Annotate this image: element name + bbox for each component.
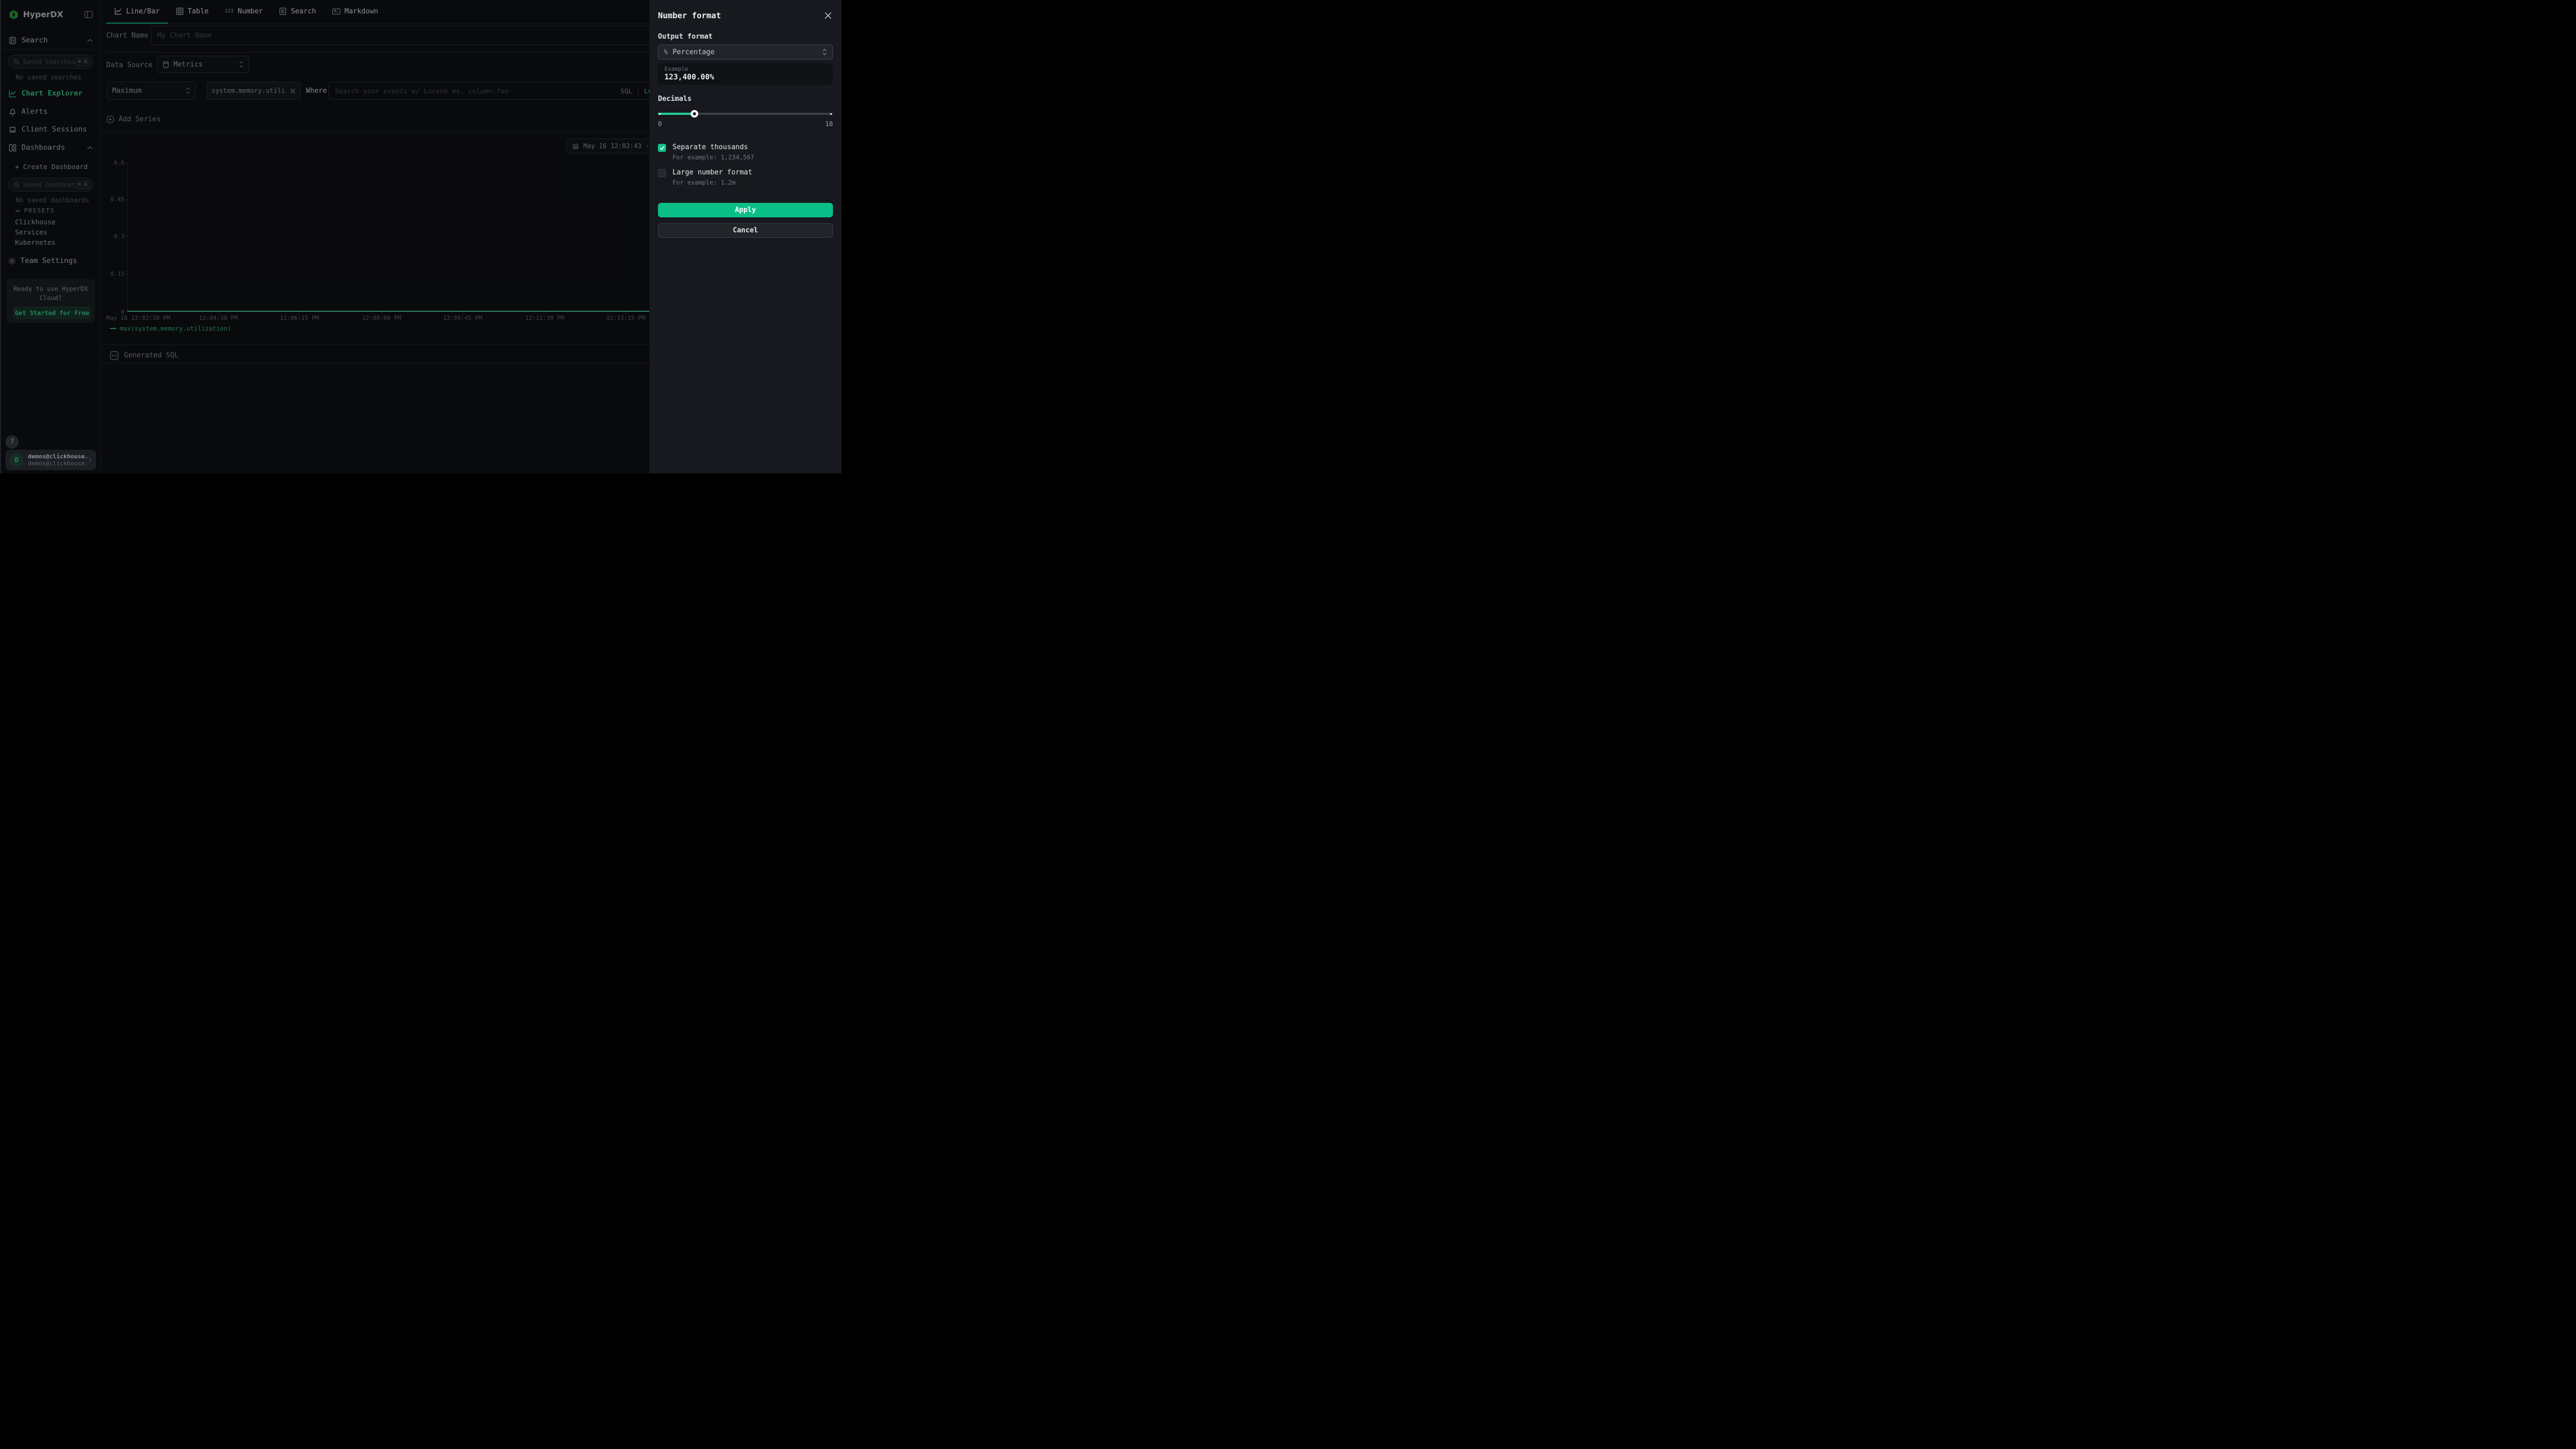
apply-button[interactable]: Apply	[658, 203, 833, 217]
number-format-panel: Number format Output format % Percentage…	[649, 0, 841, 473]
slider-fill	[658, 113, 694, 115]
large-number-format-label: Large number format	[672, 169, 752, 177]
close-icon[interactable]	[823, 11, 833, 20]
example-value: 123,400.00%	[664, 73, 826, 82]
slider-min-dot	[659, 113, 661, 115]
output-format-label: Output format	[658, 33, 833, 41]
output-format-value: Percentage	[672, 48, 817, 56]
slider-min-label: 0	[658, 120, 662, 128]
decimals-slider[interactable]	[658, 110, 833, 118]
panel-title: Number format	[658, 11, 721, 20]
slider-thumb[interactable]	[691, 110, 698, 118]
hyperdx-app: HyperDX Search	[0, 0, 841, 473]
example-preview: Example 123,400.00%	[658, 63, 833, 85]
slider-max-label: 10	[825, 120, 833, 128]
panel-header: Number format	[658, 11, 833, 20]
cancel-button[interactable]: Cancel	[658, 223, 833, 238]
example-label: Example	[664, 66, 826, 72]
separate-thousands-option[interactable]: Separate thousands	[658, 143, 833, 152]
separate-thousands-hint: For example: 1,234,567	[672, 153, 833, 161]
output-format-select[interactable]: % Percentage	[658, 45, 833, 60]
large-number-format-option[interactable]: Large number format	[658, 169, 833, 177]
slider-max-dot	[830, 113, 832, 115]
percent-icon: %	[664, 48, 668, 56]
chevron-updown-icon	[822, 49, 827, 55]
slider-minmax-labels: 0 10	[658, 120, 833, 128]
checkbox-checked-icon[interactable]	[658, 144, 666, 152]
separate-thousands-label: Separate thousands	[672, 143, 748, 151]
checkbox-unchecked-icon[interactable]	[658, 169, 666, 177]
decimals-label: Decimals	[658, 95, 833, 103]
large-number-format-hint: For example: 1.2m	[672, 179, 833, 186]
